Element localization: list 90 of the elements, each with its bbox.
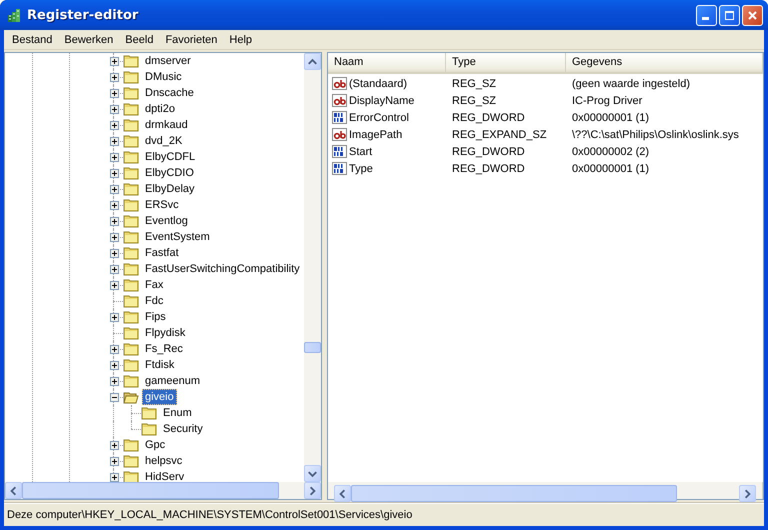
registry-icon <box>6 7 22 23</box>
horizontal-scrollbar[interactable] <box>5 482 321 499</box>
tree-item[interactable]: Fips <box>142 309 169 325</box>
expand-icon[interactable] <box>110 472 118 482</box>
table-cell-text: REG_SZ <box>451 94 498 106</box>
minimize-button[interactable] <box>696 4 717 26</box>
column-header[interactable]: Gegevens <box>566 53 763 72</box>
tree-item[interactable]: Security <box>160 421 206 437</box>
tree-item[interactable]: HidServ <box>142 469 188 482</box>
table-cell-text: 0x00000002 (2) <box>571 146 650 158</box>
menu-item[interactable]: Bewerken <box>58 32 120 48</box>
expand-icon[interactable] <box>110 104 118 114</box>
expand-icon[interactable] <box>110 312 118 322</box>
tree-item[interactable]: Ftdisk <box>142 357 178 373</box>
collapse-icon[interactable] <box>110 392 118 402</box>
expand-icon[interactable] <box>110 120 118 130</box>
table-cell-text: \??\C:\sat\Philips\Oslink\oslink.sys <box>571 128 739 140</box>
table-cell-text: 0x00000001 (1) <box>571 112 650 124</box>
table-cell-text: REG_DWORD <box>451 146 526 158</box>
value-name[interactable]: Type <box>349 162 373 174</box>
expand-icon[interactable] <box>110 72 118 82</box>
table-cell-text: REG_DWORD <box>451 162 526 174</box>
expand-icon[interactable] <box>110 152 118 162</box>
table-cell-text: 0x00000001 (1) <box>571 162 650 174</box>
expand-icon[interactable] <box>110 200 118 210</box>
tree-item[interactable]: Fs_Rec <box>142 341 186 357</box>
value-name[interactable]: (Standaard) <box>349 78 408 90</box>
tree-item[interactable]: EventSystem <box>142 229 213 245</box>
tree-item[interactable]: Fax <box>142 277 166 293</box>
tree-item[interactable]: ElbyCDIO <box>142 165 197 181</box>
tree-item[interactable]: Fdc <box>142 293 166 309</box>
tree-item[interactable]: Eventlog <box>142 213 191 229</box>
expand-icon[interactable] <box>110 168 118 178</box>
menu-item[interactable]: Favorieten <box>159 32 224 48</box>
expand-icon[interactable] <box>110 376 118 386</box>
vertical-scrollbar[interactable] <box>304 53 321 482</box>
status-bar-text: Deze computer\HKEY_LOCAL_MACHINE\SYSTEM\ControlSet001\Services\giveio <box>6 509 412 521</box>
minimize-icon <box>702 17 708 20</box>
tree-item[interactable]: gameenum <box>142 373 204 389</box>
table-cell-text: REG_DWORD <box>451 112 526 124</box>
expand-icon[interactable] <box>110 456 118 466</box>
value-name[interactable]: ErrorControl <box>349 112 409 124</box>
tree-item[interactable]: giveio <box>142 389 177 405</box>
close-button[interactable] <box>742 4 763 26</box>
tree-item[interactable]: ERSvc <box>142 197 182 213</box>
tree-item[interactable]: Fastfat <box>142 245 182 261</box>
scrollbar-thumb[interactable] <box>351 485 677 502</box>
tree-item[interactable]: DMusic <box>142 69 185 85</box>
expand-icon[interactable] <box>110 56 118 66</box>
expand-icon[interactable] <box>110 232 118 242</box>
window-title: Register-editor <box>27 8 140 22</box>
tree-item[interactable]: Dnscache <box>142 85 197 101</box>
horizontal-scrollbar[interactable] <box>328 482 763 499</box>
expand-icon[interactable] <box>110 248 118 258</box>
tree-item[interactable]: FastUserSwitchingCompatibility <box>142 261 303 277</box>
expand-icon[interactable] <box>110 360 118 370</box>
expand-icon[interactable] <box>110 184 118 194</box>
tree-item[interactable]: drmkaud <box>142 117 191 133</box>
tree-item[interactable]: Enum <box>160 405 195 421</box>
expand-icon[interactable] <box>110 344 118 354</box>
value-name[interactable]: DisplayName <box>349 94 414 106</box>
scrollbar-thumb[interactable] <box>22 482 279 499</box>
value-name[interactable]: ImagePath <box>349 128 402 140</box>
close-icon <box>746 8 759 22</box>
tree-item[interactable]: helpsvc <box>142 453 186 469</box>
tree-item[interactable]: dmserver <box>142 53 194 69</box>
scrollbar-thumb[interactable] <box>304 342 321 353</box>
expand-icon[interactable] <box>110 440 118 450</box>
menu-item[interactable]: Bestand <box>6 32 58 48</box>
value-name[interactable]: Start <box>349 146 372 158</box>
expand-icon[interactable] <box>110 136 118 146</box>
tree-item[interactable]: dvd_2K <box>142 133 186 149</box>
tree-item[interactable]: ElbyDelay <box>142 181 198 197</box>
tree-item[interactable]: Flpydisk <box>142 325 188 341</box>
table-cell-text: REG_SZ <box>451 78 498 90</box>
tree-item[interactable]: dpti2o <box>142 101 178 117</box>
column-header[interactable]: Type <box>446 53 566 72</box>
table-cell-text: IC-Prog Driver <box>571 94 642 106</box>
tree-item[interactable]: Gpc <box>142 437 168 453</box>
expand-icon[interactable] <box>110 216 118 226</box>
expand-icon[interactable] <box>110 88 118 98</box>
table-cell-text: (geen waarde ingesteld) <box>571 78 690 90</box>
menu-item[interactable]: Help <box>223 32 258 48</box>
expand-icon[interactable] <box>110 280 118 290</box>
table-cell-text: REG_EXPAND_SZ <box>451 128 548 140</box>
expand-icon[interactable] <box>110 264 118 274</box>
tree-item[interactable]: ElbyCDFL <box>142 149 198 165</box>
menu-item[interactable]: Beeld <box>119 32 160 48</box>
column-header[interactable]: Naam <box>328 53 446 72</box>
maximize-button[interactable] <box>719 4 740 26</box>
